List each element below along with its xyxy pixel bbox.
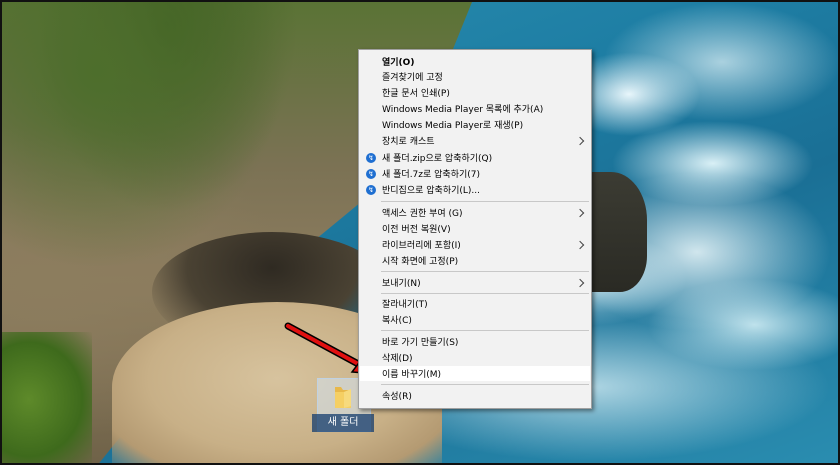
menu-item-label: 새 폴더.zip으로 압축하기(Q): [382, 154, 493, 164]
menu-item-label: 이전 버전 복원(V): [382, 225, 451, 235]
menu-item-label: 시작 화면에 고정(P): [382, 257, 459, 267]
menu-item-wmp-add-list[interactable]: Windows Media Player 목록에 추가(A): [360, 101, 590, 116]
bandizip-icon: ↯: [366, 184, 376, 195]
menu-item-label: 삭제(D): [382, 354, 413, 364]
menu-item-delete[interactable]: 삭제(D): [360, 350, 590, 365]
menu-item-label: Windows Media Player로 재생(P): [382, 121, 524, 131]
wallpaper-foam: [602, 2, 838, 122]
chevron-right-icon: [575, 208, 585, 217]
menu-item-create-shortcut[interactable]: 바로 가기 만들기(S): [360, 334, 590, 349]
menu-item-open[interactable]: 열기(O): [360, 54, 590, 69]
menu-item-label: 바로 가기 만들기(S): [382, 338, 459, 348]
menu-item-label: 속성(R): [382, 392, 412, 402]
menu-item-label: 즐겨찾기에 고정: [382, 73, 443, 83]
menu-item-label: 반디집으로 압축하기(L)...: [382, 186, 481, 196]
menu-item-label: 열기(O): [382, 58, 415, 68]
menu-item-compress-bandizip[interactable]: ↯ 반디집으로 압축하기(L)...: [360, 182, 590, 197]
menu-item-pin-start[interactable]: 시작 화면에 고정(P): [360, 253, 590, 268]
chevron-right-icon: [575, 278, 585, 287]
menu-item-pin-quick-access[interactable]: 즐겨찾기에 고정: [360, 69, 590, 84]
folder-icon[interactable]: [333, 384, 353, 410]
menu-item-hwp-print[interactable]: 한글 문서 인쇄(P): [360, 85, 590, 100]
menu-item-label: 복사(C): [382, 316, 412, 326]
menu-separator: [381, 201, 589, 202]
menu-item-restore-previous[interactable]: 이전 버전 복원(V): [360, 221, 590, 236]
menu-separator: [381, 293, 589, 294]
menu-item-compress-7z[interactable]: ↯ 새 폴더.7z로 압축하기(7): [360, 166, 590, 181]
menu-item-rename[interactable]: 이름 바꾸기(M): [360, 366, 590, 381]
menu-item-label: 잘라내기(T): [382, 300, 428, 310]
menu-item-label: 새 폴더.7z로 압축하기(7): [382, 170, 481, 180]
menu-item-compress-zip[interactable]: ↯ 새 폴더.zip으로 압축하기(Q): [360, 150, 590, 165]
desktop-folder-label[interactable]: 새 폴더: [312, 414, 374, 432]
menu-item-send-to[interactable]: 보내기(N): [360, 275, 590, 290]
wallpaper-greenery: [2, 332, 92, 463]
bandizip-icon: ↯: [366, 152, 376, 163]
menu-item-copy[interactable]: 복사(C): [360, 312, 590, 327]
menu-item-label: 액세스 권한 부여 (G): [382, 209, 463, 219]
menu-separator: [381, 271, 589, 272]
menu-item-label: 이름 바꾸기(M): [382, 370, 442, 380]
menu-item-give-access[interactable]: 액세스 권한 부여 (G): [360, 205, 590, 220]
context-menu: 열기(O) 즐겨찾기에 고정 한글 문서 인쇄(P) Windows Media…: [358, 49, 592, 409]
menu-item-wmp-play[interactable]: Windows Media Player로 재생(P): [360, 117, 590, 132]
chevron-right-icon: [575, 240, 585, 249]
menu-item-include-library[interactable]: 라이브러리에 포함(I): [360, 237, 590, 252]
menu-separator: [381, 384, 589, 385]
screenshot-frame: 새 폴더 열기(O) 즐겨찾기에 고정 한글 문서 인쇄(P) Windows …: [0, 0, 840, 465]
menu-separator: [381, 330, 589, 331]
menu-item-label: 보내기(N): [382, 279, 421, 289]
chevron-right-icon: [575, 136, 585, 145]
bandizip-icon: ↯: [366, 168, 376, 179]
menu-item-cut[interactable]: 잘라내기(T): [360, 296, 590, 311]
menu-item-cast-to-device[interactable]: 장치로 캐스트: [360, 133, 590, 148]
menu-item-label: 한글 문서 인쇄(P): [382, 89, 450, 99]
menu-item-properties[interactable]: 속성(R): [360, 388, 590, 403]
menu-item-label: 라이브러리에 포함(I): [382, 241, 461, 251]
menu-item-label: Windows Media Player 목록에 추가(A): [382, 105, 544, 115]
menu-item-label: 장치로 캐스트: [382, 137, 435, 147]
